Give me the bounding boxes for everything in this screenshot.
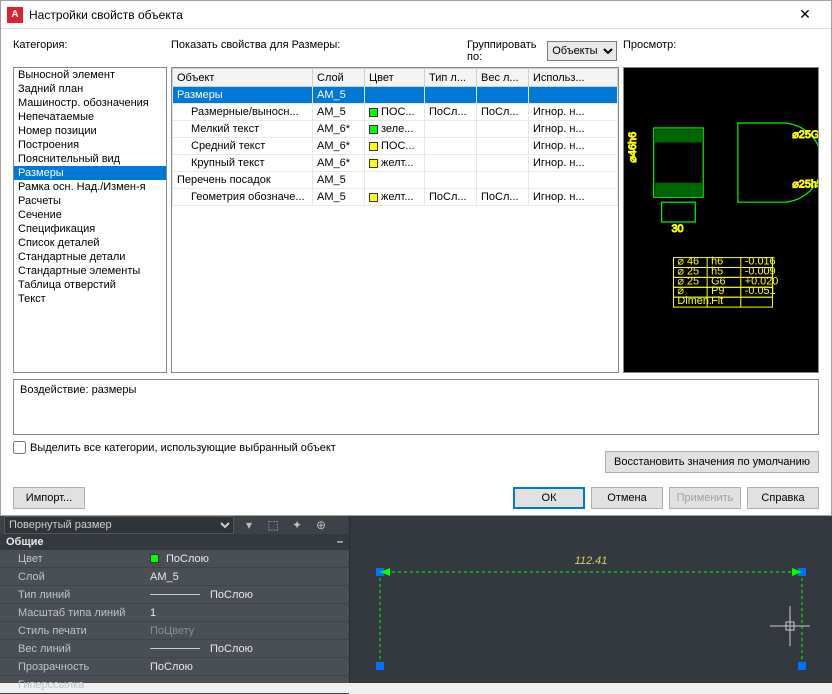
- property-row[interactable]: Тип линийПоСлою: [0, 586, 349, 604]
- category-item[interactable]: Пояснительный вид: [14, 152, 166, 166]
- object-type-select[interactable]: Повернутый размер: [4, 516, 234, 534]
- object-table[interactable]: ОбъектСлойЦветТип л...Вес л...Использ...…: [171, 67, 619, 373]
- column-header[interactable]: Вес л...: [477, 69, 529, 87]
- app-icon: A: [7, 7, 23, 23]
- preview-pane: ⌀46h6 ⌀25G6 ⌀25h5 30 ⌀ 46h6-0.016⌀ 25h5-…: [623, 67, 819, 373]
- property-value[interactable]: ПоСлою: [150, 643, 349, 655]
- property-name: Масштаб типа линий: [0, 607, 150, 619]
- category-item[interactable]: Номер позиции: [14, 124, 166, 138]
- properties-panel: Повернутый размер ▾ ⬚ ✦ ⊕ Общие – ЦветПо…: [0, 516, 350, 683]
- property-name: Гиперссылка: [0, 679, 150, 691]
- table-row[interactable]: Крупный текстAM_6*желт...Игнор. н...: [173, 155, 618, 172]
- dialog-title: Настройки свойств объекта: [29, 8, 785, 22]
- table-row[interactable]: Мелкий текстAM_6*зеле...Игнор. н...: [173, 121, 618, 138]
- table-row[interactable]: Размерные/выносн...AM_5ПОС...ПоСл...ПоСл…: [173, 104, 618, 121]
- svg-text:Fit: Fit: [711, 295, 723, 307]
- column-header[interactable]: Слой: [313, 69, 365, 87]
- property-value[interactable]: ПоЦвету: [150, 625, 349, 637]
- category-label: Категория:: [13, 39, 171, 63]
- help-button[interactable]: Справка: [747, 487, 819, 509]
- column-header[interactable]: Использ...: [529, 69, 618, 87]
- category-item[interactable]: Рамка осн. Над./Измен-я: [14, 180, 166, 194]
- apply-button[interactable]: Применить: [669, 487, 741, 509]
- table-row[interactable]: Геометрия обозначе...AM_5желт...ПоСл...П…: [173, 189, 618, 206]
- property-name: Вес линий: [0, 643, 150, 655]
- category-item[interactable]: Спецификация: [14, 222, 166, 236]
- property-value[interactable]: AM_5: [150, 571, 349, 583]
- table-row[interactable]: РазмерыAM_5: [173, 87, 618, 104]
- category-item[interactable]: Стандартные элементы: [14, 264, 166, 278]
- property-value[interactable]: ПоСлою: [150, 589, 349, 601]
- preview-label: Просмотр:: [623, 39, 819, 63]
- property-row[interactable]: СлойAM_5: [0, 568, 349, 586]
- column-header[interactable]: Цвет: [365, 69, 425, 87]
- effect-text: Воздействие: размеры: [20, 384, 136, 396]
- object-property-settings-dialog: A Настройки свойств объекта ✕ Категория:…: [0, 0, 832, 516]
- category-item[interactable]: Текст: [14, 292, 166, 306]
- property-row[interactable]: Масштаб типа линий1: [0, 604, 349, 622]
- category-item[interactable]: Таблица отверстий: [14, 278, 166, 292]
- svg-text:112.41: 112.41: [575, 555, 608, 567]
- show-props-label: Показать свойства для Размеры:: [171, 39, 467, 63]
- property-name: Слой: [0, 571, 150, 583]
- group-by-select[interactable]: Объекты: [547, 41, 617, 61]
- property-row[interactable]: Стиль печатиПоЦвету: [0, 622, 349, 640]
- cancel-button[interactable]: Отмена: [591, 487, 663, 509]
- quick-select-icon[interactable]: ✦: [288, 516, 306, 534]
- group-by-label: Группировать по:: [467, 39, 543, 63]
- category-item[interactable]: Машиностр. обозначения: [14, 96, 166, 110]
- category-item[interactable]: Сечение: [14, 208, 166, 222]
- category-item[interactable]: Размеры: [14, 166, 166, 180]
- property-row[interactable]: ЦветПоСлою: [0, 550, 349, 568]
- category-item[interactable]: Выносной элемент: [14, 68, 166, 82]
- column-header[interactable]: Тип л...: [425, 69, 477, 87]
- property-row[interactable]: ПрозрачностьПоСлою: [0, 658, 349, 676]
- effect-box: Воздействие: размеры: [13, 379, 819, 435]
- category-item[interactable]: Расчеты: [14, 194, 166, 208]
- category-list[interactable]: Выносной элементЗадний планМашиностр. об…: [13, 67, 167, 373]
- close-button[interactable]: ✕: [785, 2, 825, 28]
- category-item[interactable]: Построения: [14, 138, 166, 152]
- svg-text:30: 30: [672, 223, 684, 235]
- category-item[interactable]: Стандартные детали: [14, 250, 166, 264]
- property-value[interactable]: ПоСлою: [150, 661, 349, 673]
- svg-text:⌀46h6: ⌀46h6: [627, 132, 639, 163]
- svg-text:⌀25h5: ⌀25h5: [792, 178, 818, 190]
- property-name: Стиль печати: [0, 625, 150, 637]
- chevron-down-icon[interactable]: ▾: [240, 516, 258, 534]
- titlebar: A Настройки свойств объекта ✕: [1, 1, 831, 29]
- select-all-label: Выделить все категории, использующие выб…: [30, 442, 336, 454]
- collapse-icon[interactable]: –: [337, 536, 343, 548]
- ok-button[interactable]: ОК: [513, 487, 585, 509]
- property-name: Тип линий: [0, 589, 150, 601]
- svg-text:-0.051: -0.051: [745, 285, 776, 297]
- category-item[interactable]: Непечатаемые: [14, 110, 166, 124]
- property-name: Прозрачность: [0, 661, 150, 673]
- property-row[interactable]: Вес линийПоСлою: [0, 640, 349, 658]
- property-value[interactable]: 1: [150, 607, 349, 619]
- column-header[interactable]: Объект: [173, 69, 313, 87]
- category-item[interactable]: Задний план: [14, 82, 166, 96]
- drawing-viewport[interactable]: 112.41: [350, 516, 832, 683]
- property-row[interactable]: Гиперссылка: [0, 676, 349, 694]
- table-row[interactable]: Средний текстAM_6*ПОС...Игнор. н...: [173, 138, 618, 155]
- group-general-header[interactable]: Общие –: [0, 534, 349, 550]
- pim-icon[interactable]: ⊕: [312, 516, 330, 534]
- table-row[interactable]: Перечень посадокAM_5: [173, 172, 618, 189]
- svg-text:⌀25G6: ⌀25G6: [792, 129, 818, 141]
- select-all-checkbox[interactable]: [13, 441, 26, 454]
- property-name: Цвет: [0, 553, 150, 565]
- property-value[interactable]: ПоСлою: [150, 553, 349, 565]
- category-item[interactable]: Список деталей: [14, 236, 166, 250]
- restore-defaults-button[interactable]: Восстановить значения по умолчанию: [605, 451, 819, 473]
- select-objects-icon[interactable]: ⬚: [264, 516, 282, 534]
- import-button[interactable]: Импорт...: [13, 487, 85, 509]
- app-lower-region: Повернутый размер ▾ ⬚ ✦ ⊕ Общие – ЦветПо…: [0, 516, 832, 683]
